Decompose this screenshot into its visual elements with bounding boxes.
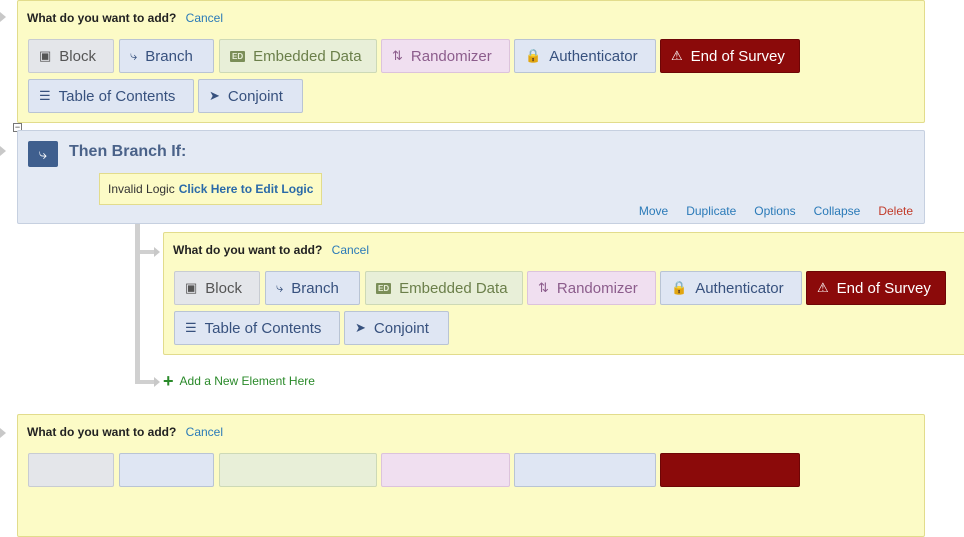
branch-logic-box[interactable]: Invalid Logic Click Here to Edit Logic [99,173,323,205]
plus-icon: + [163,371,174,391]
lock-icon: 🔒 [525,48,542,63]
add-conjoint-button[interactable]: ➤ Conjoint [344,311,449,345]
branch-icon: ⤷ [28,141,58,167]
branch-actions: Move Duplicate Options Collapse Delete [639,204,913,218]
add-authenticator-button[interactable] [514,453,656,487]
cancel-link[interactable]: Cancel [186,425,223,439]
invalid-logic-label: Invalid Logic [108,182,175,196]
add-panel-question: What do you want to add? [173,243,323,257]
add-branch-button[interactable]: ⤷ Branch [265,271,360,305]
duplicate-link[interactable]: Duplicate [686,204,736,218]
embedded-data-icon: ED [376,282,392,294]
warning-icon: ⚠ [817,280,829,295]
add-end-of-survey-button[interactable] [660,453,800,487]
branch-icon: ⤷ [276,280,284,295]
nested-connector-branch [135,250,155,254]
collapse-link[interactable]: Collapse [814,204,861,218]
edit-logic-link[interactable]: Click Here to Edit Logic [179,182,314,196]
add-branch-button[interactable]: ⤷ Branch [119,39,214,73]
nested-connector-line [135,224,140,383]
add-new-element-label: Add a New Element Here [179,374,315,388]
add-panel-header: What do you want to add? Cancel [27,425,223,439]
add-panel-header: What do you want to add? Cancel [173,243,369,257]
add-randomizer-button[interactable] [381,453,510,487]
cancel-link[interactable]: Cancel [186,11,223,25]
add-panel-header: What do you want to add? Cancel [27,11,223,25]
flow-arrow [154,377,160,387]
branch-title: Then Branch If: [69,143,187,160]
cube-icon: ▣ [39,48,52,63]
add-new-element-link[interactable]: + Add a New Element Here [163,371,315,391]
list-icon: ☰ [39,88,51,103]
add-block-button[interactable]: ▣ Block [28,39,114,73]
add-randomizer-button[interactable]: ⇅ Randomizer [527,271,656,305]
add-end-of-survey-button[interactable]: ⚠ End of Survey [660,39,800,73]
conjoint-icon: ➤ [209,88,220,103]
nested-add-element-panel: What do you want to add? Cancel ▣ Block ⤷… [163,232,964,355]
add-randomizer-button[interactable]: ⇅ Randomizer [381,39,510,73]
add-panel-question: What do you want to add? [27,425,177,439]
flow-arrow [154,247,160,257]
add-embedded-data-button[interactable]: ED Embedded Data [219,39,377,73]
add-embedded-data-button[interactable]: ED Embedded Data [365,271,523,305]
add-embedded-data-button[interactable] [219,453,377,487]
nested-connector-branch [135,380,155,384]
add-block-button[interactable] [28,453,114,487]
embedded-data-icon: ED [230,50,246,62]
add-element-panel: What do you want to add? Cancel ▣ Block ⤷… [17,0,925,123]
add-authenticator-button[interactable]: 🔒 Authenticator [514,39,656,73]
delete-link[interactable]: Delete [878,204,913,218]
options-link[interactable]: Options [754,204,795,218]
flow-arrow [0,428,6,438]
add-block-button[interactable]: ▣ Block [174,271,260,305]
add-conjoint-button[interactable]: ➤ Conjoint [198,79,303,113]
lock-icon: 🔒 [671,280,688,295]
move-link[interactable]: Move [639,204,668,218]
add-branch-button[interactable] [119,453,214,487]
flow-arrow [0,12,6,22]
add-panel-question: What do you want to add? [27,11,177,25]
list-icon: ☰ [185,320,197,335]
branch-element: ⤷ Then Branch If: Invalid Logic Click He… [17,130,925,224]
cube-icon: ▣ [185,280,198,295]
branch-icon: ⤷ [130,48,138,63]
add-element-panel-bottom: What do you want to add? Cancel [17,414,925,537]
add-table-of-contents-button[interactable]: ☰ Table of Contents [28,79,194,113]
conjoint-icon: ➤ [355,320,366,335]
cancel-link[interactable]: Cancel [332,243,369,257]
add-end-of-survey-button[interactable]: ⚠ End of Survey [806,271,946,305]
add-table-of-contents-button[interactable]: ☰ Table of Contents [174,311,340,345]
shuffle-icon: ⇅ [538,280,549,295]
warning-icon: ⚠ [671,48,683,63]
shuffle-icon: ⇅ [392,48,403,63]
add-authenticator-button[interactable]: 🔒 Authenticator [660,271,802,305]
flow-arrow [0,146,6,156]
